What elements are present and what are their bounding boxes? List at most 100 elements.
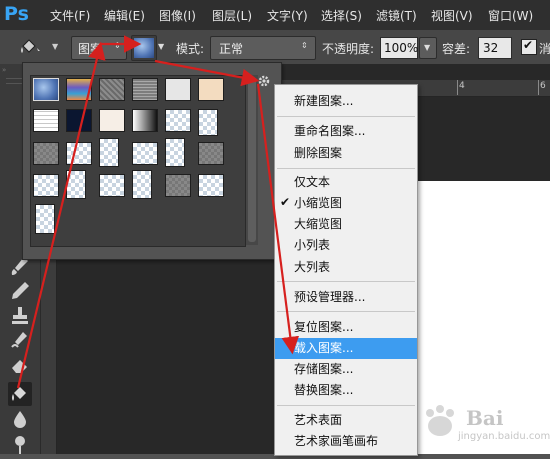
pattern-swatch-checker-tall[interactable] [132,170,152,199]
pattern-swatch-checker[interactable] [66,142,92,165]
antialias-checkbox[interactable]: ✔ [521,38,537,55]
updown-arrows-icon: ⇕ [301,41,308,50]
tool-eraser[interactable] [8,354,32,378]
tool-paint-bucket[interactable] [8,382,32,406]
pattern-swatch-checker[interactable] [132,142,158,165]
tolerance-value: 32 [483,41,499,55]
pattern-swatch-fog[interactable] [165,78,191,101]
pattern-swatch-fabric[interactable] [132,78,158,101]
menu-select[interactable]: 选择(S) [321,7,362,24]
fill-source-select[interactable]: 图案 ⇕ [71,36,127,60]
tool-stamp[interactable] [8,304,32,328]
pattern-swatch-gray-tile[interactable] [33,142,59,165]
pattern-swatch-gradient[interactable] [132,109,158,132]
blur-drop-icon [14,411,26,428]
pattern-swatch-checker[interactable] [165,109,191,132]
menu-rename-pattern[interactable]: 重命名图案... [275,121,417,142]
tolerance-input[interactable]: 32 [478,37,512,59]
menu-window[interactable]: 窗口(W) [488,7,533,24]
menu-artist-surfaces[interactable]: 艺术表面 [275,410,417,431]
opacity-value: 100% [384,41,419,55]
menu-text-only[interactable]: 仅文本 [275,172,417,193]
opacity-input[interactable]: 100% [380,37,418,59]
pattern-swatch-checker[interactable] [33,174,59,197]
menu-delete-pattern[interactable]: 删除图案 [275,143,417,164]
check-icon: ✔ [523,38,534,52]
menu-new-pattern[interactable]: 新建图案... [275,91,417,112]
tool-blur[interactable] [8,407,32,431]
menu-separator [277,311,415,312]
app-logo: Ps [4,3,29,25]
menu-bar: Ps 文件(F) 编辑(E) 图像(I) 图层(L) 文字(Y) 选择(S) 滤… [0,0,550,30]
tolerance-label: 容差: [442,42,471,56]
ruler-tick-label: 4 [459,81,465,91]
chevron-down-icon: ▼ [424,43,431,52]
pattern-preview [134,38,154,58]
tool-dodge[interactable] [8,432,32,456]
pattern-swatch-stars[interactable] [66,109,92,132]
scrollbar-thumb[interactable] [248,77,256,242]
menu-preset-manager[interactable]: 预设管理器... [275,287,417,308]
pattern-swatch-gray-tile[interactable] [165,174,191,197]
pattern-swatch-checker-tall[interactable] [165,138,185,167]
menu-separator [277,405,415,406]
menu-small-thumbnail[interactable]: 小缩览图 [275,193,417,214]
ruler-tick-label: 6 [540,81,546,91]
menu-edit[interactable]: 编辑(E) [104,7,145,24]
menu-small-list[interactable]: 小列表 [275,235,417,256]
ruler-major-tick [457,80,458,95]
updown-arrows-icon: ⇕ [114,41,121,50]
watermark-url: jingyan.baidu.com [458,431,550,442]
pattern-swatch-checker-tall[interactable] [66,170,86,199]
eraser-icon [12,360,27,373]
pattern-swatch-checker[interactable] [198,174,224,197]
menu-separator [277,281,415,282]
pattern-swatch-checker-tall[interactable] [198,109,218,136]
menu-save-patterns[interactable]: 存储图案... [275,359,417,380]
dodge-icon [15,436,25,454]
watermark-brand: Bai [466,406,504,430]
mode-label: 模式: [176,42,205,56]
menu-view[interactable]: 视图(V) [431,7,473,24]
check-icon: ✔ [280,195,291,209]
pattern-swatch-wrinkle[interactable] [99,109,125,132]
pattern-swatch-burlap[interactable] [99,78,125,101]
history-brush-icon [11,332,27,348]
pattern-swatch-button[interactable] [131,35,157,61]
pattern-picker-panel [22,62,282,260]
tool-preset-picker[interactable] [18,36,42,58]
menu-load-patterns[interactable]: 载入图案... [275,338,417,359]
antialias-label: 消 [539,42,550,56]
pattern-swatch-tiedye[interactable] [66,78,92,101]
menu-artist-brushes-canvas[interactable]: 艺术家画笔画布 [275,431,417,452]
pattern-context-menu: 新建图案... 重命名图案... 删除图案 仅文本 小缩览图 ✔ 大缩览图 小列… [274,84,418,456]
chevron-down-icon[interactable]: ▼ [158,42,164,51]
options-bar: ▼ 图案 ⇕ ▼ 模式: 正常 ⇕ 不透明度: 100% ▼ 容差: 32 ✔ … [0,30,550,65]
chevron-down-icon[interactable]: ▼ [52,42,62,52]
blend-mode-select[interactable]: 正常 ⇕ [210,36,316,60]
pencil-icon [12,282,29,299]
menu-layer[interactable]: 图层(L) [212,7,252,24]
menu-type[interactable]: 文字(Y) [267,7,308,24]
pattern-swatch-checker-tall[interactable] [35,204,55,234]
menu-filter[interactable]: 滤镜(T) [376,7,417,24]
pattern-swatch-paper[interactable] [198,78,224,101]
tool-history-brush[interactable] [8,329,32,353]
opacity-slider-button[interactable]: ▼ [419,37,437,59]
menu-file[interactable]: 文件(F) [50,7,90,24]
menu-large-list[interactable]: 大列表 [275,257,417,278]
menu-large-thumbnail[interactable]: 大缩览图 [275,214,417,235]
menu-replace-patterns[interactable]: 替换图案... [275,380,417,401]
pattern-swatch-checker-tall[interactable] [99,138,119,167]
paint-bucket-icon [12,387,26,401]
menu-reset-patterns[interactable]: 复位图案... [275,317,417,338]
pattern-swatch-grid[interactable] [33,109,59,132]
tool-pencil[interactable] [8,279,32,303]
pattern-swatch-gray-tile[interactable] [198,142,224,165]
pattern-swatch-checker[interactable] [99,174,125,197]
pattern-swatch-bubbles[interactable] [33,78,59,101]
gear-icon-glyph [258,75,270,87]
gear-icon[interactable] [256,73,272,89]
paint-bucket-icon [21,39,40,53]
menu-image[interactable]: 图像(I) [159,7,196,24]
